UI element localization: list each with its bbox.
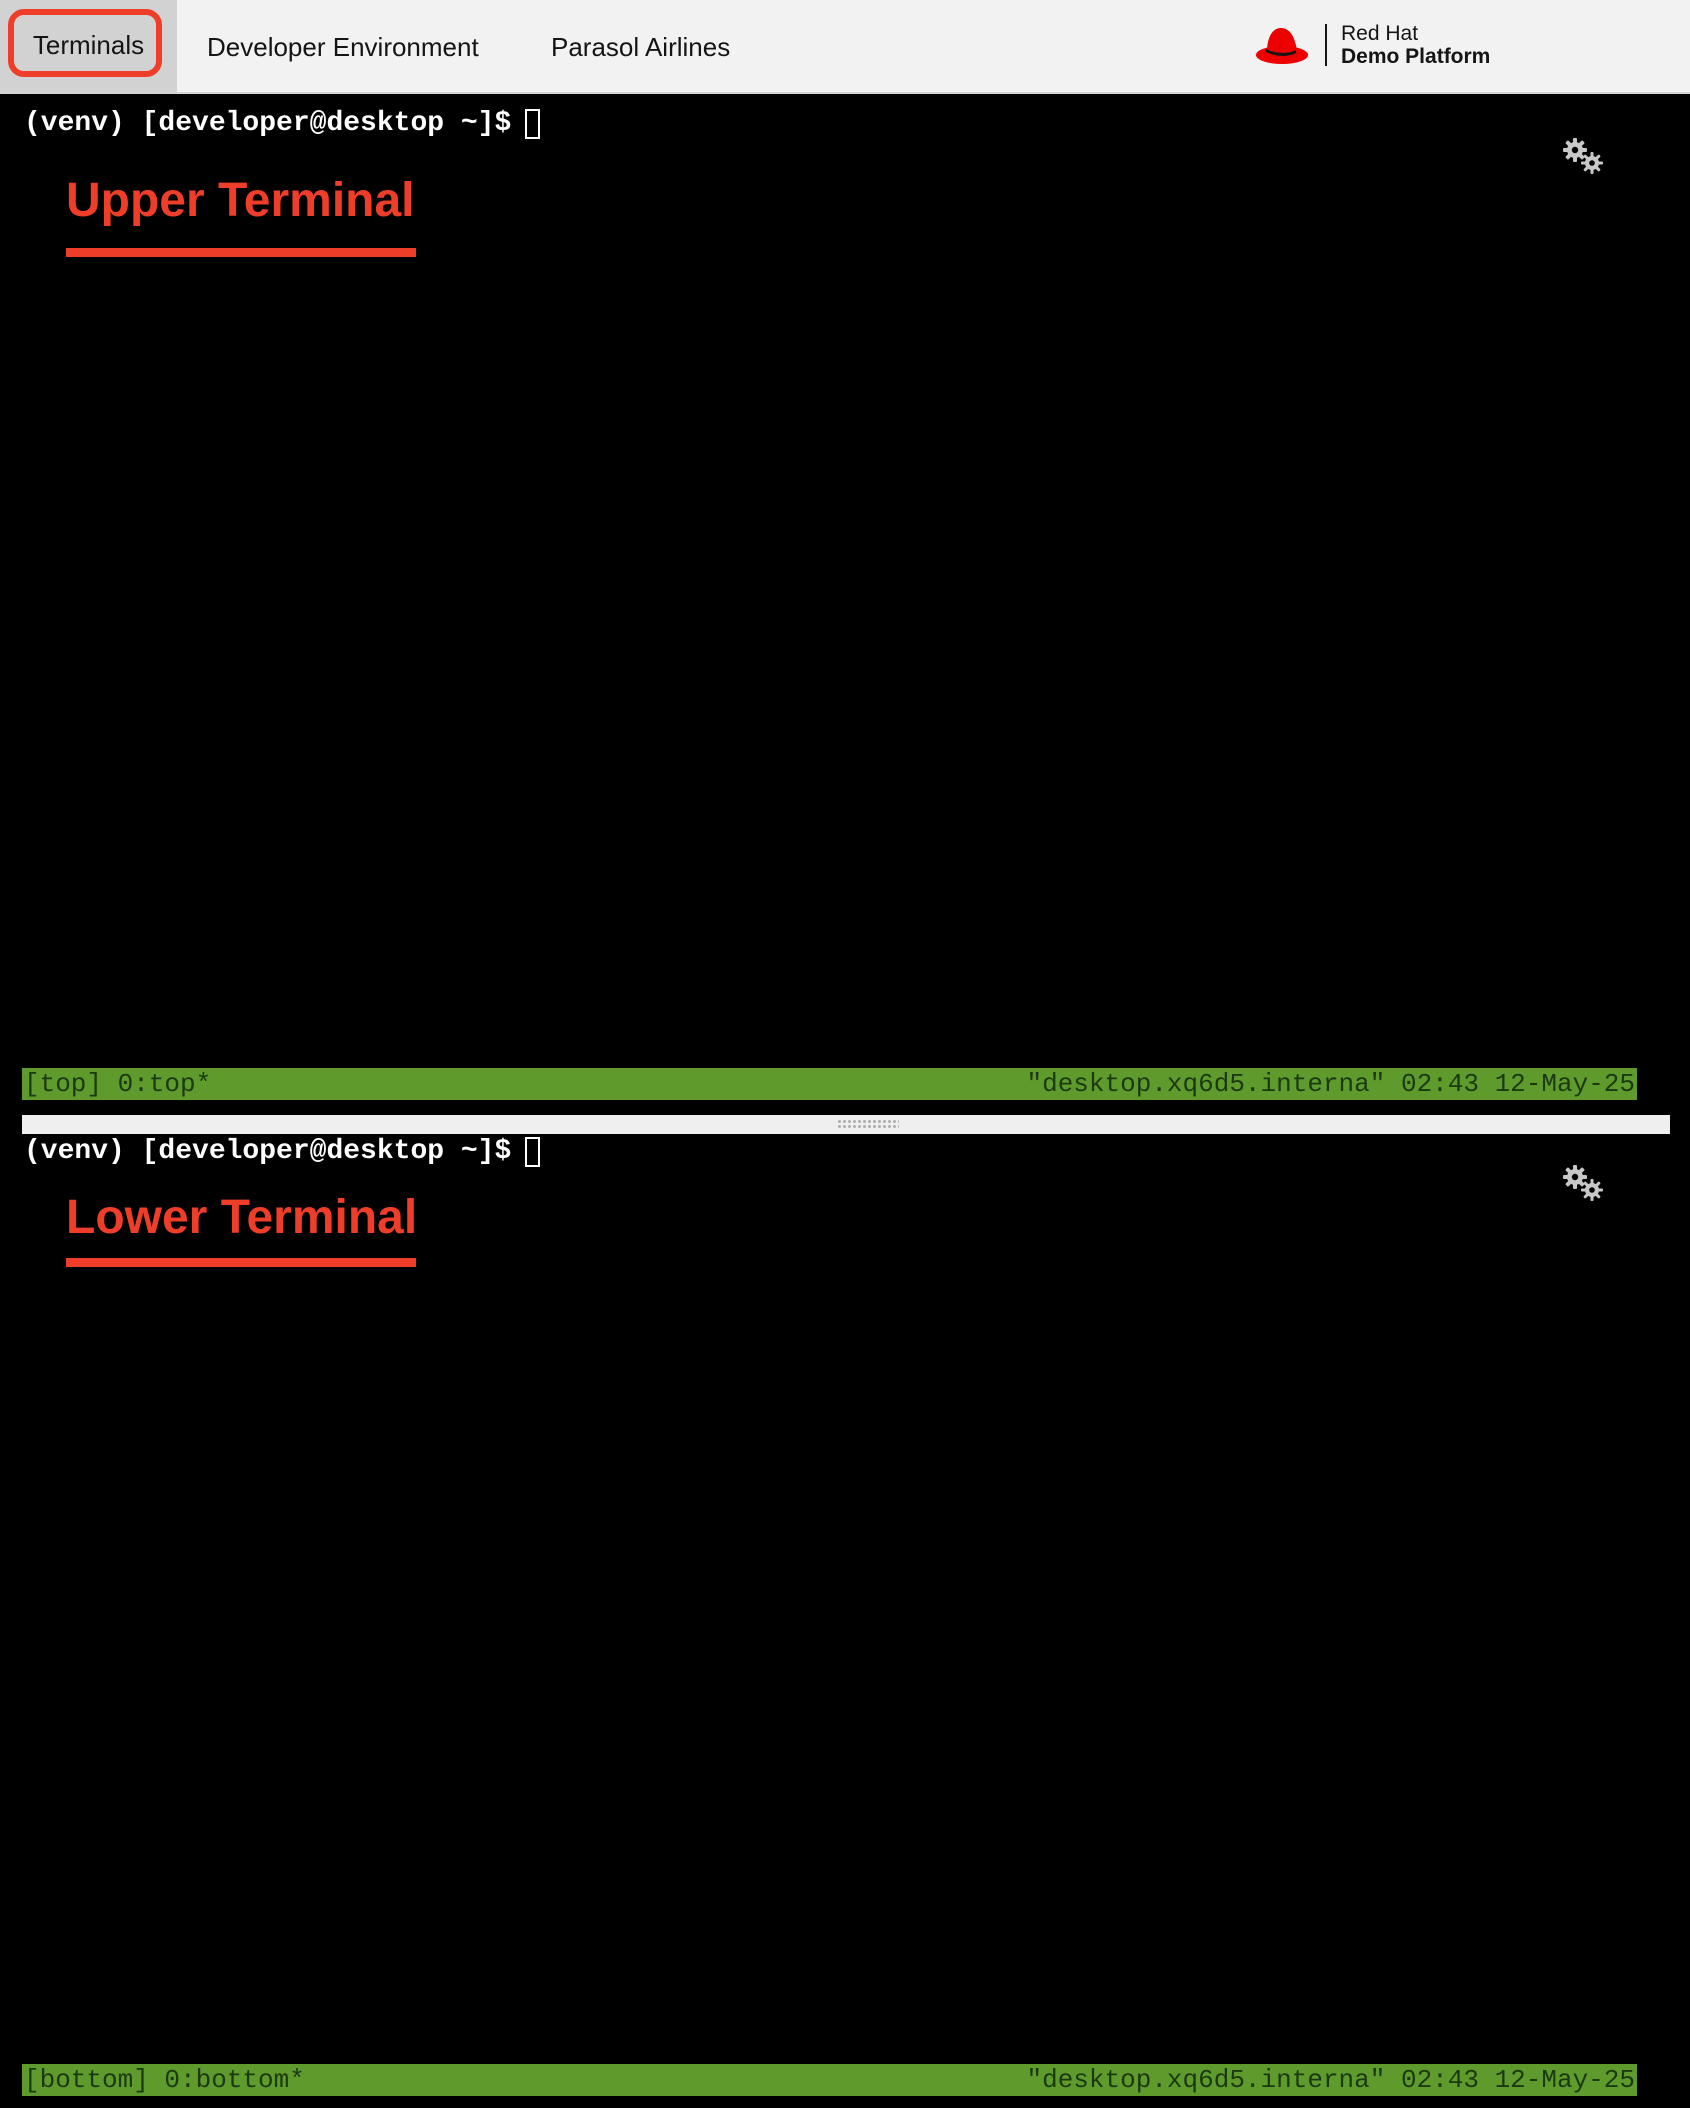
tab-terminals-label: Terminals [32,29,145,60]
terminal-cursor [525,108,541,139]
upper-prompt-text: (venv) [developer@desktop ~]$ [24,108,512,139]
upper-terminal-settings-button[interactable] [1562,138,1606,178]
upper-status-left: [top] 0:top* [24,1069,212,1099]
tab-terminals[interactable]: Terminals [0,0,177,94]
logo-divider [1325,24,1327,66]
lower-tmux-status-bar: [bottom] 0:bottom* "desktop.xq6d5.intern… [22,2064,1637,2096]
lower-terminal-pane[interactable]: (venv) [developer@desktop ~]$ Lower Term… [0,1134,1690,2108]
lower-terminal-title-underline [66,1258,416,1267]
logo-product-text: Demo Platform [1341,45,1491,68]
upper-terminal-title: Upper Terminal [66,174,415,227]
upper-status-right: "desktop.xq6d5.interna" 02:43 12-May-25 [1026,1069,1636,1099]
logo-brand-text: Red Hat [1341,22,1419,45]
tab-developer-environment-label: Developer Environment [207,31,479,62]
lower-status-right: "desktop.xq6d5.interna" 02:43 12-May-25 [1026,2065,1636,2095]
upper-tmux-status-bar: [top] 0:top* "desktop.xq6d5.interna" 02:… [22,1068,1637,1100]
logo-text: Red Hat Demo Platform [1341,22,1490,68]
upper-terminal-pane[interactable]: (venv) [developer@desktop ~]$ Upper Term… [0,96,1690,1115]
pane-resize-splitter[interactable] [22,1115,1670,1134]
top-nav-bar: Terminals Developer Environment Parasol … [0,0,1690,94]
lower-status-left: [bottom] 0:bottom* [24,2065,305,2095]
tab-parasol-airlines-label: Parasol Airlines [551,31,731,62]
upper-terminal-title-underline [66,248,416,257]
lower-terminal-title: Lower Terminal [66,1191,418,1244]
gears-icon [1562,138,1606,182]
lower-terminal-prompt: (venv) [developer@desktop ~]$ [24,1136,541,1167]
tab-parasol-airlines[interactable]: Parasol Airlines [551,0,751,94]
tab-developer-environment[interactable]: Developer Environment [207,0,487,94]
upper-terminal-prompt: (venv) [developer@desktop ~]$ [24,108,541,139]
red-hat-demo-platform-logo: Red Hat Demo Platform [1255,20,1490,70]
terminal-cursor [525,1136,541,1167]
splitter-grip-icon [837,1119,899,1130]
lower-terminal-settings-button[interactable] [1562,1165,1606,1205]
lower-prompt-text: (venv) [developer@desktop ~]$ [24,1136,512,1167]
gears-icon [1562,1165,1606,1209]
red-hat-fedora-icon [1255,24,1309,66]
